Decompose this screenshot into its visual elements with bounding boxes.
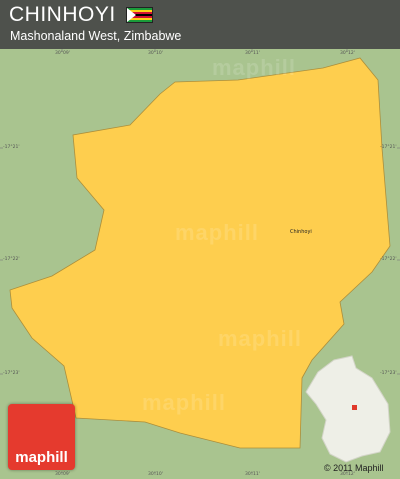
location-marker [352,405,357,410]
tick-label-top: 30°10' [148,51,163,56]
tick-label-top: 30°11' [245,51,260,56]
watermark: maphill [212,55,297,80]
logo-text: maphill [15,449,68,466]
tick-label-right: -17°22' [380,257,397,262]
tick-label-top: 30°12' [340,51,355,56]
map-subtitle: Mashonaland West, Zimbabwe [10,29,182,43]
maphill-logo[interactable]: maphill [8,404,75,470]
flag-triangle [126,8,136,22]
tick-label-right: -17°23' [380,371,397,376]
tick-label-top: 30°09' [55,51,70,56]
watermark: maphill [218,326,303,351]
tick-label-bottom: 30°09' [55,472,70,477]
copyright-notice: © 2011 Maphill [324,463,384,473]
watermark: maphill [142,390,227,415]
map-header: CHINHOYI Mashonaland West, Zimbabwe [0,0,400,49]
title-row: CHINHOYI [9,3,153,27]
tick-label-bottom: 30°11' [245,472,260,477]
tick-label-bottom: 30°10' [148,472,163,477]
map-title: CHINHOYI [9,3,116,26]
tick-label-left: -17°22' [3,257,20,262]
tick-label-right: -17°21' [380,145,397,150]
tick-label-left: -17°23' [3,371,20,376]
map-view[interactable]: maphill maphill maphill maphill 30°09' 3… [0,0,400,479]
watermark: maphill [175,220,260,245]
zimbabwe-flag-icon [125,7,153,23]
town-label: Chinhoyi [290,229,312,235]
tick-label-left: -17°21' [3,145,20,150]
